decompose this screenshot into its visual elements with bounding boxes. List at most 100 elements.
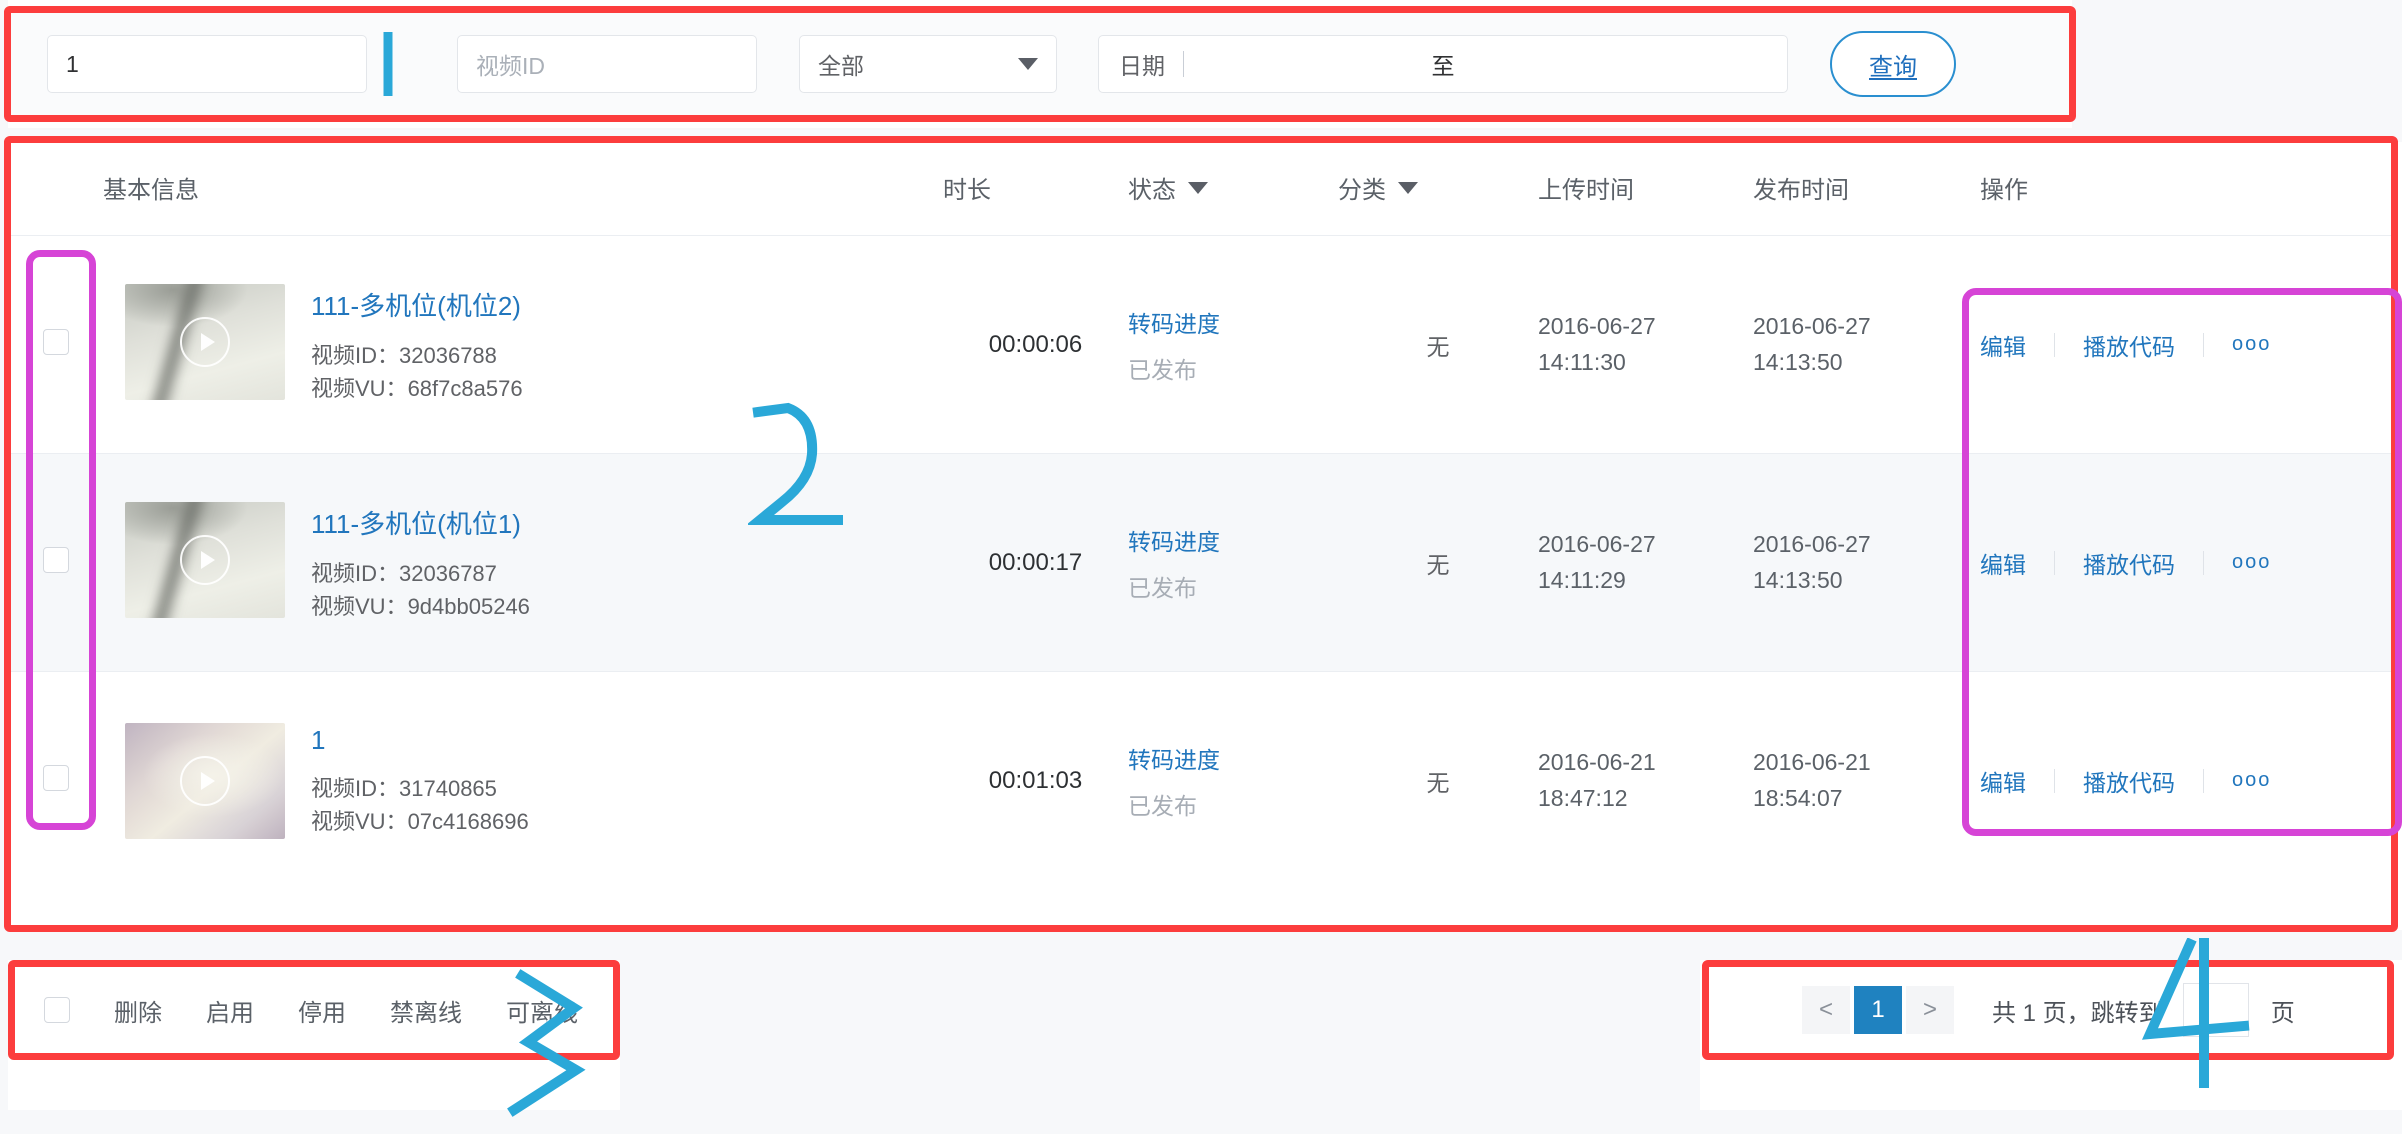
header-upload-time-label: 上传时间 xyxy=(1538,177,1634,204)
video-vu-label: 视频VU： xyxy=(311,594,408,619)
row-upload-time-cell: 2016-06-27 14:11:29 xyxy=(1538,453,1753,672)
video-thumbnail[interactable] xyxy=(125,722,285,839)
category-select-value: 全部 xyxy=(818,53,864,79)
op-divider xyxy=(2203,332,2204,357)
header-status-label: 状态 xyxy=(1128,177,1176,204)
video-vu-value: 68f7c8a576 xyxy=(407,376,523,401)
chevron-down-icon xyxy=(1018,58,1038,70)
header-duration-label: 时长 xyxy=(943,177,991,204)
category-filter-chevron-down-icon[interactable] xyxy=(1398,181,1418,194)
row-operation-cell: 编辑 播放代码 ooo xyxy=(1968,453,2394,672)
video-id-input[interactable]: 视频ID xyxy=(457,35,757,93)
duration-value: 00:00:06 xyxy=(988,330,1083,358)
row-checkbox[interactable] xyxy=(42,764,69,791)
bulk-delete-button[interactable]: 删除 xyxy=(114,993,162,1028)
date-range-to-label: 至 xyxy=(1431,53,1455,79)
transcode-progress-link[interactable]: 转码进度 xyxy=(1128,741,1338,775)
publish-time: 18:54:07 xyxy=(1753,784,1843,811)
bulk-enable-button[interactable]: 启用 xyxy=(206,993,254,1028)
more-options-icon[interactable]: ooo xyxy=(2232,551,2271,574)
page-bottom-strip xyxy=(0,1110,2402,1134)
publish-status-text: 已发布 xyxy=(1128,574,1197,601)
upload-time: 14:11:30 xyxy=(1538,348,1626,375)
row-checkbox[interactable] xyxy=(42,328,69,355)
header-basic-info: 基本信息 xyxy=(103,140,943,236)
next-page-button[interactable]: > xyxy=(1906,986,1954,1034)
row-category-cell: 无 xyxy=(1338,235,1538,454)
more-options-icon[interactable]: ooo xyxy=(2232,333,2271,356)
video-id-label: 视频ID： xyxy=(311,775,400,801)
duration-value: 00:00:17 xyxy=(988,548,1083,576)
video-title-link[interactable]: 111-多机位(机位1) xyxy=(311,504,530,541)
row-category-cell: 无 xyxy=(1338,672,1538,890)
row-publish-time-cell: 2016-06-21 18:54:07 xyxy=(1753,672,1968,890)
query-button-label: 查询 xyxy=(1869,53,1917,81)
category-value: 无 xyxy=(1426,551,1450,578)
select-all-checkbox[interactable] xyxy=(44,997,70,1023)
publish-date: 2016-06-27 xyxy=(1753,312,1871,339)
row-status-cell: 转码进度 已发布 xyxy=(1128,235,1338,454)
row-checkbox[interactable] xyxy=(42,546,69,573)
video-thumbnail[interactable] xyxy=(125,502,285,618)
video-list-card: 基本信息 时长 状态 分类 上传时间 发布时间 操作 111-多机位(机位2) … xyxy=(8,140,2394,928)
video-title-link[interactable]: 111-多机位(机位2) xyxy=(311,286,523,323)
header-status[interactable]: 状态 xyxy=(1128,140,1338,236)
edit-link[interactable]: 编辑 xyxy=(1980,546,2026,580)
upload-date: 2016-06-27 xyxy=(1538,530,1656,557)
play-code-link[interactable]: 播放代码 xyxy=(2083,764,2175,798)
row-basic-info-cell: 1 视频ID：31740865 视频VU：07c4168696 xyxy=(103,672,943,890)
status-filter-chevron-down-icon[interactable] xyxy=(1188,181,1208,194)
header-publish-time: 发布时间 xyxy=(1753,140,1968,236)
page-unit-label: 页 xyxy=(2270,999,2295,1027)
video-table-head: 基本信息 时长 状态 分类 上传时间 发布时间 操作 xyxy=(8,140,2394,236)
play-icon xyxy=(180,755,230,806)
pagination: < 1 > 共 1 页，跳转到 页 xyxy=(1706,964,2386,1056)
row-upload-time-cell: 2016-06-21 18:47:12 xyxy=(1538,672,1753,890)
row-select-cell xyxy=(8,453,103,672)
page-number-label: 1 xyxy=(1871,996,1885,1023)
category-select[interactable]: 全部 xyxy=(799,35,1057,93)
prev-page-icon: < xyxy=(1818,996,1833,1023)
transcode-progress-link[interactable]: 转码进度 xyxy=(1128,523,1338,557)
page-1-button[interactable]: 1 xyxy=(1854,986,1902,1034)
keyword-input-value: 1 xyxy=(66,50,79,77)
row-operation-cell: 编辑 播放代码 ooo xyxy=(1968,235,2394,454)
jump-to-page-input[interactable] xyxy=(2182,983,2249,1037)
video-title-link[interactable]: 1 xyxy=(311,725,529,756)
header-publish-time-label: 发布时间 xyxy=(1753,177,1849,204)
edit-link[interactable]: 编辑 xyxy=(1980,328,2026,362)
video-id-value: 32036788 xyxy=(399,343,497,368)
header-upload-time: 上传时间 xyxy=(1538,140,1753,236)
keyword-input[interactable]: 1 xyxy=(47,35,367,93)
op-divider xyxy=(2054,550,2055,575)
page-right-edge xyxy=(2072,0,2402,128)
row-duration-cell: 00:00:06 xyxy=(943,235,1128,454)
upload-date: 2016-06-21 xyxy=(1538,749,1656,776)
date-range-input[interactable]: 日期 至 xyxy=(1098,35,1788,93)
row-duration-cell: 00:00:17 xyxy=(943,453,1128,672)
bulk-allow-offline-button[interactable]: 可离线 xyxy=(506,993,578,1028)
transcode-progress-link[interactable]: 转码进度 xyxy=(1128,305,1338,339)
bulk-disable-button[interactable]: 停用 xyxy=(298,993,346,1028)
video-id-value: 32036787 xyxy=(399,561,497,586)
video-thumbnail[interactable] xyxy=(125,284,285,400)
header-operation-label: 操作 xyxy=(1980,177,2028,204)
video-vu-label: 视频VU： xyxy=(311,808,408,834)
op-divider xyxy=(2203,550,2204,575)
header-category-label: 分类 xyxy=(1338,177,1386,204)
query-button[interactable]: 查询 xyxy=(1830,31,1956,97)
play-icon xyxy=(180,317,230,367)
video-id-label: 视频ID： xyxy=(311,343,400,368)
header-category[interactable]: 分类 xyxy=(1338,140,1538,236)
more-options-icon[interactable]: ooo xyxy=(2232,769,2271,792)
row-publish-time-cell: 2016-06-27 14:13:50 xyxy=(1753,453,1968,672)
video-vu-line: 视频VU：9d4bb05246 xyxy=(311,590,530,623)
video-id-label: 视频ID： xyxy=(311,561,400,586)
edit-link[interactable]: 编辑 xyxy=(1980,764,2026,798)
play-code-link[interactable]: 播放代码 xyxy=(2083,546,2175,580)
prev-page-button[interactable]: < xyxy=(1802,986,1850,1034)
row-category-cell: 无 xyxy=(1338,453,1538,672)
bulk-forbid-offline-button[interactable]: 禁离线 xyxy=(390,993,462,1028)
row-duration-cell: 00:01:03 xyxy=(943,672,1128,890)
play-code-link[interactable]: 播放代码 xyxy=(2083,328,2175,362)
